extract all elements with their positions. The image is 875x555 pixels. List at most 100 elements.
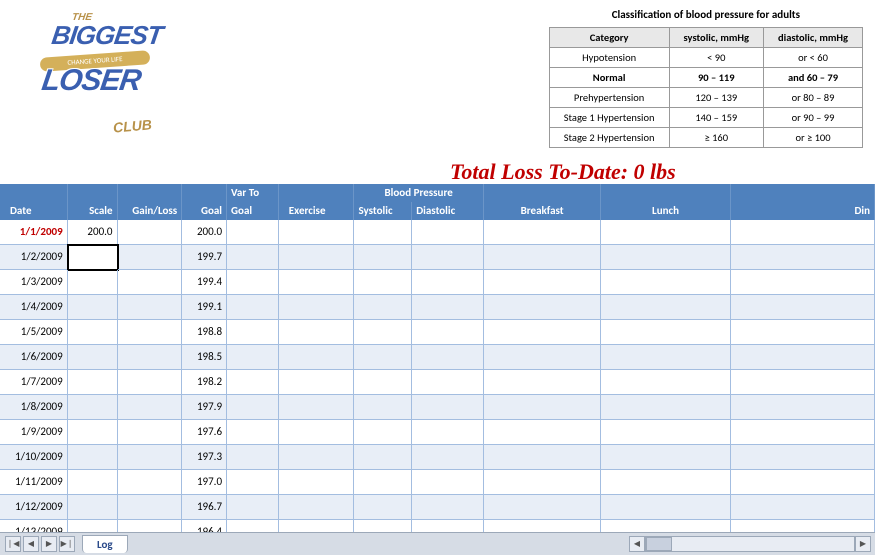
cell-d[interactable] xyxy=(731,320,875,345)
cell-goal[interactable]: 197.6 xyxy=(182,420,227,445)
table-row[interactable]: 1/9/2009197.6 xyxy=(0,420,875,445)
cell-ex[interactable] xyxy=(279,245,355,270)
cell-l[interactable] xyxy=(601,395,730,420)
sheet-tab-log[interactable]: Log xyxy=(82,535,128,553)
cell-l[interactable] xyxy=(601,295,730,320)
cell-ex[interactable] xyxy=(279,395,355,420)
hdr-dinner[interactable]: Din xyxy=(731,202,875,220)
hdr-gain-loss[interactable]: Gain/Loss xyxy=(118,202,183,220)
grid-body[interactable]: 1/1/2009200.0200.01/2/2009199.71/3/20091… xyxy=(0,220,875,532)
cell-sys[interactable] xyxy=(354,445,412,470)
cell-d[interactable] xyxy=(731,270,875,295)
cell-date[interactable]: 1/2/2009 xyxy=(0,245,68,270)
cell-l[interactable] xyxy=(601,420,730,445)
cell-b[interactable] xyxy=(484,420,601,445)
cell-d[interactable] xyxy=(731,220,875,245)
cell-dia[interactable] xyxy=(412,220,484,245)
cell-gl[interactable] xyxy=(118,470,183,495)
cell-gl[interactable] xyxy=(118,295,183,320)
cell-scale[interactable] xyxy=(68,495,118,520)
horizontal-scrollbar[interactable]: ◀ ▶ xyxy=(629,536,875,552)
cell-scale[interactable] xyxy=(68,395,118,420)
cell-sys[interactable] xyxy=(354,395,412,420)
cell-gl[interactable] xyxy=(118,520,183,532)
cell-gl[interactable] xyxy=(118,395,183,420)
cell-ex[interactable] xyxy=(279,320,355,345)
cell-ex[interactable] xyxy=(279,370,355,395)
hdr-lunch[interactable]: Lunch xyxy=(601,202,730,220)
cell-var[interactable] xyxy=(227,395,279,420)
cell-goal[interactable]: 200.0 xyxy=(182,220,227,245)
cell-goal[interactable]: 198.5 xyxy=(182,345,227,370)
cell-b[interactable] xyxy=(484,295,601,320)
cell-ex[interactable] xyxy=(279,295,355,320)
cell-d[interactable] xyxy=(731,420,875,445)
cell-sys[interactable] xyxy=(354,345,412,370)
cell-scale[interactable] xyxy=(68,420,118,445)
cell-scale[interactable] xyxy=(68,345,118,370)
cell-date[interactable]: 1/10/2009 xyxy=(0,445,68,470)
cell-l[interactable] xyxy=(601,495,730,520)
cell-l[interactable] xyxy=(601,245,730,270)
cell-var[interactable] xyxy=(227,520,279,532)
cell-sys[interactable] xyxy=(354,320,412,345)
cell-l[interactable] xyxy=(601,370,730,395)
cell-l[interactable] xyxy=(601,470,730,495)
hdr-var-goal[interactable]: Goal xyxy=(227,202,279,220)
cell-var[interactable] xyxy=(227,220,279,245)
cell-gl[interactable] xyxy=(118,495,183,520)
cell-scale[interactable] xyxy=(68,370,118,395)
cell-b[interactable] xyxy=(484,520,601,532)
cell-b[interactable] xyxy=(484,345,601,370)
cell-sys[interactable] xyxy=(354,520,412,532)
cell-date[interactable]: 1/8/2009 xyxy=(0,395,68,420)
cell-scale[interactable] xyxy=(68,520,118,532)
cell-sys[interactable] xyxy=(354,270,412,295)
cell-d[interactable] xyxy=(731,245,875,270)
cell-ex[interactable] xyxy=(279,270,355,295)
cell-dia[interactable] xyxy=(412,320,484,345)
cell-dia[interactable] xyxy=(412,520,484,532)
cell-var[interactable] xyxy=(227,370,279,395)
cell-var[interactable] xyxy=(227,270,279,295)
table-row[interactable]: 1/7/2009198.2 xyxy=(0,370,875,395)
cell-sys[interactable] xyxy=(354,495,412,520)
cell-scale[interactable] xyxy=(68,245,118,270)
cell-sys[interactable] xyxy=(354,370,412,395)
table-row[interactable]: 1/3/2009 199.4 xyxy=(0,270,875,295)
cell-gl[interactable] xyxy=(118,270,183,295)
cell-dia[interactable] xyxy=(412,395,484,420)
cell-d[interactable] xyxy=(731,470,875,495)
cell-var[interactable] xyxy=(227,420,279,445)
cell-ex[interactable] xyxy=(279,220,355,245)
cell-gl[interactable] xyxy=(118,445,183,470)
cell-gl[interactable] xyxy=(118,420,183,445)
cell-goal[interactable]: 199.4 xyxy=(182,270,227,295)
cell-b[interactable] xyxy=(484,495,601,520)
cell-date[interactable]: 1/3/2009 xyxy=(0,270,68,295)
cell-var[interactable] xyxy=(227,245,279,270)
cell-var[interactable] xyxy=(227,320,279,345)
table-row[interactable]: 1/10/2009197.3 xyxy=(0,445,875,470)
cell-scale[interactable] xyxy=(68,295,118,320)
cell-b[interactable] xyxy=(484,320,601,345)
cell-d[interactable] xyxy=(731,370,875,395)
cell-l[interactable] xyxy=(601,270,730,295)
cell-d[interactable] xyxy=(731,495,875,520)
cell-gl[interactable] xyxy=(118,370,183,395)
cell-gl[interactable] xyxy=(118,220,183,245)
hdr-exercise[interactable]: Exercise xyxy=(279,202,355,220)
cell-goal[interactable]: 197.0 xyxy=(182,470,227,495)
cell-sys[interactable] xyxy=(354,420,412,445)
hdr-breakfast[interactable]: Breakfast xyxy=(484,202,601,220)
tab-first-button[interactable]: ❘◀ xyxy=(5,536,21,552)
cell-dia[interactable] xyxy=(412,295,484,320)
table-row[interactable]: 1/13/2009196.4 xyxy=(0,520,875,532)
cell-l[interactable] xyxy=(601,445,730,470)
cell-dia[interactable] xyxy=(412,270,484,295)
table-row[interactable]: 1/1/2009200.0200.0 xyxy=(0,220,875,245)
cell-l[interactable] xyxy=(601,520,730,532)
cell-scale[interactable] xyxy=(68,270,118,295)
cell-goal[interactable]: 198.2 xyxy=(182,370,227,395)
table-row[interactable]: 1/5/2009198.8 xyxy=(0,320,875,345)
